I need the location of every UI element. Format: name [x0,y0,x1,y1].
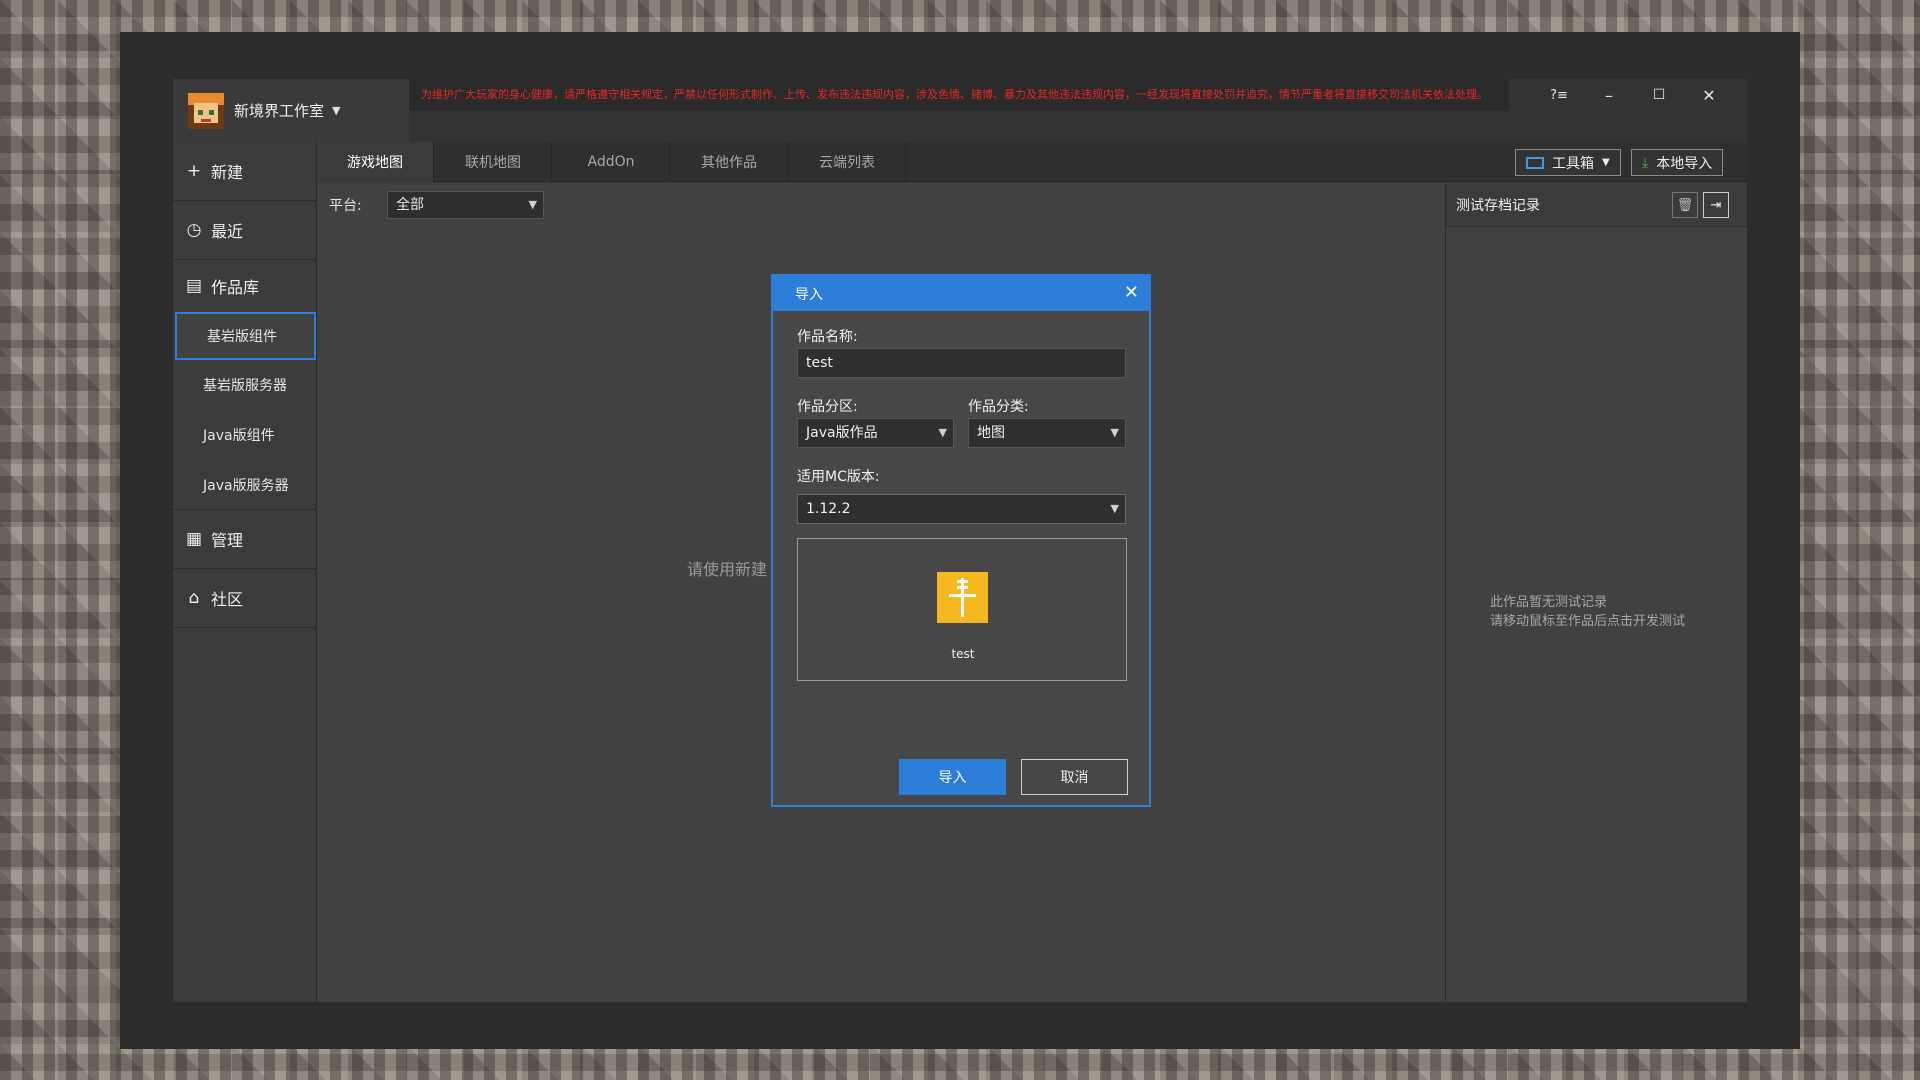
toolbox-button[interactable]: 工具箱 ▼ [1515,149,1621,176]
close-window-button[interactable]: ✕ [1686,79,1732,111]
tab-other-works[interactable]: 其他作品 [671,142,788,182]
work-preview: test [797,538,1127,681]
platform-label: 平台: [329,198,362,214]
sidebar-item-label: 社区 [211,590,244,609]
version-select[interactable]: 1.12.2 ▼ [797,494,1126,524]
help-icon[interactable]: ?≡ [1536,79,1582,111]
sidebar: + 新建 ◷ 最近 ▤ 作品库 基岩版组件 基岩版服务器 Java版组件 Jav… [173,142,317,1002]
local-import-button[interactable]: ⤓ 本地导入 [1631,149,1724,176]
sidebar-item-community[interactable]: ⌂ 社区 [173,569,316,628]
tab-cloud-list[interactable]: 云端列表 [789,142,906,182]
chevron-down-icon: ▼ [332,104,341,117]
category-select[interactable]: 地图 ▼ [968,418,1126,448]
chevron-down-icon: ▼ [938,426,947,439]
toolbox-icon [1526,156,1544,169]
version-label: 适用MC版本: [797,469,880,485]
studio-name: 新境界工作室 [234,102,325,120]
sidebar-item-label: 作品库 [211,278,260,297]
import-button[interactable]: 导入 [899,759,1006,795]
tab-addon[interactable]: AddOn [553,142,670,182]
notice-banner: 为维护广大玩家的身心健康，请严格遵守相关规定，严禁以任何形式制作、上传、发布违法… [409,79,1509,111]
empty-records-message: 此作品暂无测试记录 请移动鼠标至作品后点击开发测试 [1490,595,1686,629]
section-label: 作品分区: [797,399,858,415]
sidebar-item-library[interactable]: ▤ 作品库 [173,260,316,312]
maximize-button[interactable]: ☐ [1636,79,1682,111]
sidebar-item-recent[interactable]: ◷ 最近 [173,201,316,260]
studio-switcher[interactable]: 新境界工作室 ▼ [173,79,409,142]
trash-icon[interactable]: 🗑 [1672,192,1698,218]
work-file-icon [937,572,988,623]
panel-title: 测试存档记录 [1456,197,1540,214]
minimize-button[interactable]: – [1586,79,1632,111]
empty-hint: 请使用新建 [687,560,768,579]
sidebar-item-label: 新建 [211,163,244,182]
cancel-button[interactable]: 取消 [1021,759,1128,795]
preview-name: test [951,647,975,661]
close-icon[interactable]: ✕ [1124,282,1139,303]
collapse-panel-icon[interactable]: ⇥ [1703,192,1729,218]
sidebar-item-new[interactable]: + 新建 [173,142,316,201]
sidebar-item-label: 管理 [211,531,244,550]
grid-icon: ▦ [185,529,203,549]
tab-game-map[interactable]: 游戏地图 [317,142,434,182]
sidebar-item-manage[interactable]: ▦ 管理 [173,510,316,569]
chevron-down-icon: ▼ [528,198,537,211]
work-name-input[interactable]: test [797,348,1126,378]
platform-select[interactable]: 全部 ▼ [387,191,544,219]
test-records-panel: 测试存档记录 🗑 ⇥ 此作品暂无测试记录 请移动鼠标至作品后点击开发测试 [1445,183,1747,1002]
tab-online-map[interactable]: 联机地图 [435,142,552,182]
import-dialog: 导入 ✕ 作品名称: test 作品分区: Java版作品 ▼ 作品分类: 地图… [771,274,1151,807]
library-icon: ▤ [185,276,203,296]
home-icon: ⌂ [188,588,200,608]
sidebar-subitem-java-addon[interactable]: Java版组件 [173,410,316,460]
sidebar-item-label: 最近 [211,222,244,241]
test-records-header: 测试存档记录 🗑 ⇥ [1446,183,1747,227]
category-label: 作品分类: [968,399,1029,415]
import-icon: ⤓ [1642,154,1649,171]
name-label: 作品名称: [797,329,858,345]
chevron-down-icon: ▼ [1110,502,1119,515]
chevron-down-icon: ▼ [1110,426,1119,439]
clock-icon: ◷ [186,220,202,240]
dialog-title: 导入 [795,286,823,303]
sidebar-subitem-bedrock-addon[interactable]: 基岩版组件 [175,312,316,360]
title-bar: 新境界工作室 ▼ 为维护广大玩家的身心健康，请严格遵守相关规定，严禁以任何形式制… [173,79,1747,142]
chevron-down-icon: ▼ [1602,157,1610,168]
sidebar-subitem-bedrock-server[interactable]: 基岩版服务器 [173,360,316,410]
plus-icon: + [186,161,202,181]
avatar [188,92,224,129]
dialog-title-bar: 导入 ✕ [773,276,1149,311]
section-select[interactable]: Java版作品 ▼ [797,418,954,448]
sidebar-subitem-java-server[interactable]: Java版服务器 [173,460,316,510]
